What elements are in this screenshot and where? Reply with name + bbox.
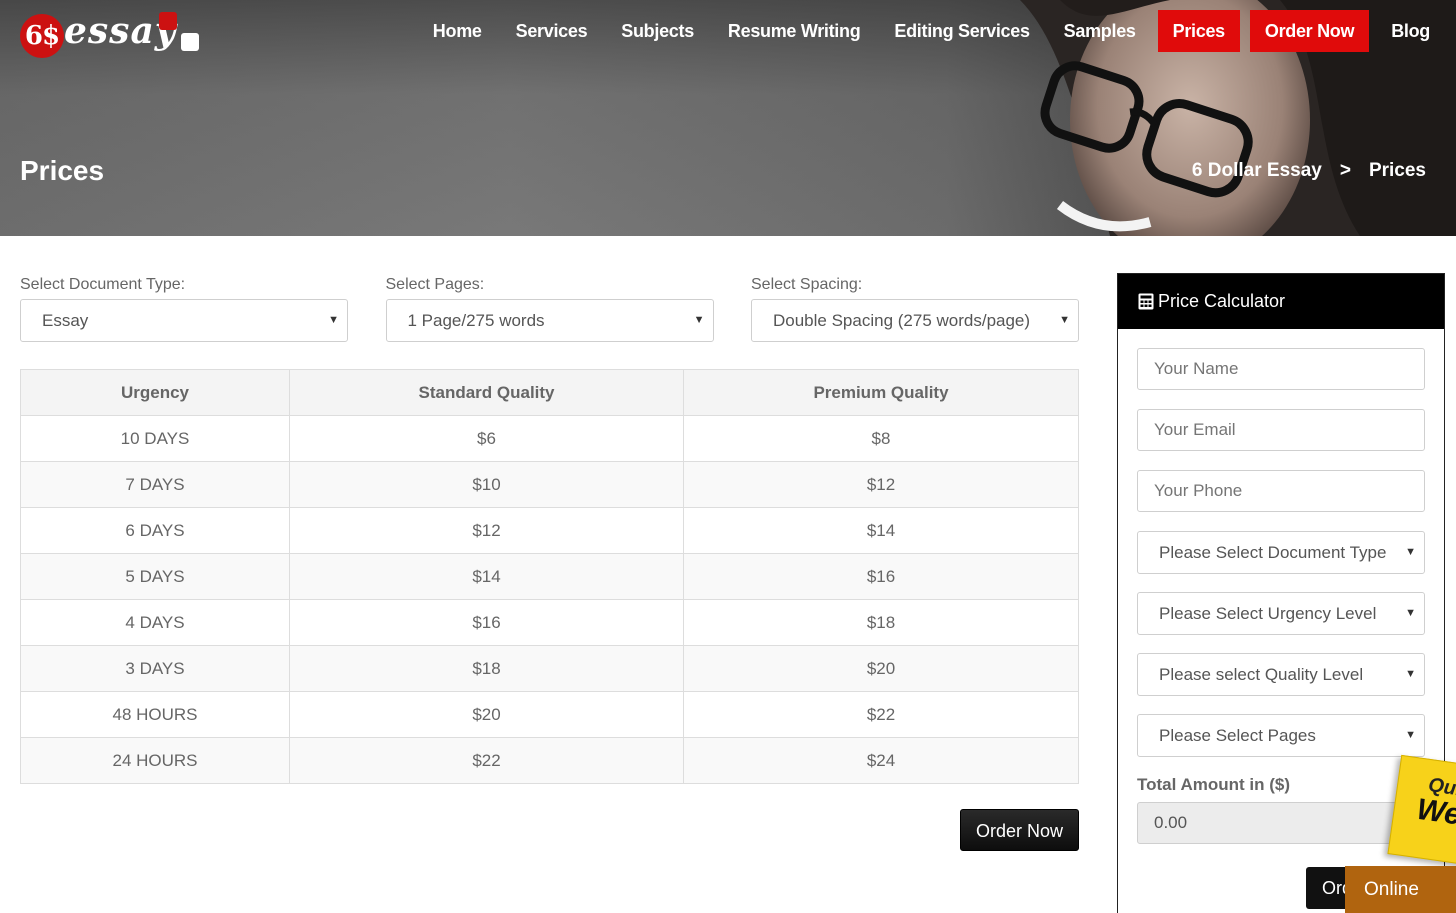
table-row: 5 DAYS $14 $16 — [20, 553, 1079, 600]
document-type-select[interactable]: Essay ▼ — [20, 299, 348, 342]
breadcrumb: 6 Dollar Essay > Prices — [1192, 160, 1426, 182]
document-type-value: Essay — [42, 311, 89, 330]
total-amount-field: 0.00 — [1137, 802, 1425, 844]
sticky-note-line2: We — [1414, 792, 1456, 832]
spacing-filter: Select Spacing: Double Spacing (275 word… — [751, 276, 1079, 342]
order-now-button[interactable]: Order Now — [960, 809, 1079, 851]
nav-blog[interactable]: Blog — [1374, 10, 1440, 52]
column-header-standard: Standard Quality — [289, 369, 684, 416]
document-type-filter: Select Document Type: Essay ▼ — [20, 276, 348, 342]
email-input[interactable] — [1137, 409, 1425, 451]
standard-price-cell: $20 — [289, 691, 684, 738]
dropdown-arrow-icon: ▼ — [1405, 668, 1416, 680]
standard-price-cell: $12 — [289, 507, 684, 554]
price-filters: Select Document Type: Essay ▼ Select Pag… — [20, 276, 1079, 342]
calc-document-type-select[interactable]: Please Select Document Type ▼ — [1137, 531, 1425, 574]
column-header-premium: Premium Quality — [683, 369, 1079, 416]
total-amount-label: Total Amount in ($) — [1137, 775, 1290, 794]
logo-white-square — [181, 33, 199, 51]
dropdown-arrow-icon: ▼ — [1059, 314, 1070, 326]
table-row: 48 HOURS $20 $22 — [20, 691, 1079, 738]
document-type-label: Select Document Type: — [20, 276, 186, 293]
urgency-cell: 3 DAYS — [20, 645, 290, 692]
standard-price-cell: $10 — [289, 461, 684, 508]
page-header: 6$ essay Home Services Subjects Resume W… — [0, 0, 1456, 236]
calc-quality-select[interactable]: Please select Quality Level ▼ — [1137, 653, 1425, 696]
calculator-title: Price Calculator — [1158, 291, 1286, 311]
table-row: 4 DAYS $16 $18 — [20, 599, 1079, 646]
price-table: Urgency Standard Quality Premium Quality… — [20, 369, 1079, 784]
table-row: 10 DAYS $6 $8 — [20, 415, 1079, 462]
premium-price-cell: $20 — [683, 645, 1079, 692]
logo-red-square — [159, 12, 177, 30]
dropdown-arrow-icon: ▼ — [1405, 546, 1416, 558]
table-row: 24 HOURS $22 $24 — [20, 737, 1079, 784]
spacing-label: Select Spacing: — [751, 276, 863, 293]
calc-pages-value: Please Select Pages — [1159, 726, 1316, 745]
premium-price-cell: $12 — [683, 461, 1079, 508]
nav-services[interactable]: Services — [499, 10, 605, 52]
main-nav: Home Services Subjects Resume Writing Ed… — [416, 10, 1440, 52]
calc-pages-select[interactable]: Please Select Pages ▼ — [1137, 714, 1425, 757]
dropdown-arrow-icon: ▼ — [328, 314, 339, 326]
calculator-icon — [1138, 293, 1154, 310]
spacing-value: Double Spacing (275 words/page) — [773, 311, 1031, 330]
nav-editing-services[interactable]: Editing Services — [877, 10, 1046, 52]
urgency-cell: 6 DAYS — [20, 507, 290, 554]
urgency-cell: 4 DAYS — [20, 599, 290, 646]
table-header-row: Urgency Standard Quality Premium Quality — [20, 369, 1079, 416]
table-row: 6 DAYS $12 $14 — [20, 507, 1079, 554]
breadcrumb-separator: > — [1339, 160, 1351, 181]
spacing-select[interactable]: Double Spacing (275 words/page) ▼ — [751, 299, 1079, 342]
urgency-cell: 5 DAYS — [20, 553, 290, 600]
breadcrumb-current: Prices — [1368, 160, 1426, 181]
breadcrumb-home[interactable]: 6 Dollar Essay — [1192, 160, 1322, 182]
calc-urgency-select[interactable]: Please Select Urgency Level ▼ — [1137, 592, 1425, 635]
name-input[interactable] — [1137, 348, 1425, 390]
table-row: 7 DAYS $10 $12 — [20, 461, 1079, 508]
calc-urgency-value: Please Select Urgency Level — [1159, 604, 1377, 623]
site-logo[interactable]: 6$ essay — [18, 10, 208, 58]
premium-price-cell: $8 — [683, 415, 1079, 462]
calculator-form: Please Select Document Type ▼ Please Sel… — [1118, 329, 1444, 844]
urgency-cell: 10 DAYS — [20, 415, 290, 462]
standard-price-cell: $22 — [289, 737, 684, 784]
pages-filter: Select Pages: 1 Page/275 words ▼ — [385, 276, 714, 342]
urgency-cell: 48 HOURS — [20, 691, 290, 738]
premium-price-cell: $24 — [683, 737, 1079, 784]
calc-document-type-value: Please Select Document Type — [1159, 543, 1387, 562]
urgency-cell: 7 DAYS — [20, 461, 290, 508]
dropdown-arrow-icon: ▼ — [1405, 607, 1416, 619]
calc-quality-value: Please select Quality Level — [1159, 665, 1364, 684]
nav-order-now[interactable]: Order Now — [1249, 10, 1370, 52]
nav-home[interactable]: Home — [416, 10, 499, 52]
premium-price-cell: $14 — [683, 507, 1079, 554]
dropdown-arrow-icon: ▼ — [693, 314, 705, 326]
premium-price-cell: $22 — [683, 691, 1079, 738]
nav-prices[interactable]: Prices — [1157, 10, 1240, 52]
premium-price-cell: $16 — [683, 553, 1079, 600]
calculator-header: Price Calculator — [1118, 274, 1444, 329]
table-row: 3 DAYS $18 $20 — [20, 645, 1079, 692]
phone-input[interactable] — [1137, 470, 1425, 512]
online-chat-badge[interactable]: Online — [1345, 866, 1456, 913]
premium-price-cell: $18 — [683, 599, 1079, 646]
standard-price-cell: $18 — [289, 645, 684, 692]
column-header-urgency: Urgency — [20, 369, 290, 416]
pages-value: 1 Page/275 words — [407, 311, 545, 330]
nav-resume-writing[interactable]: Resume Writing — [711, 10, 878, 52]
standard-price-cell: $16 — [289, 599, 684, 646]
standard-price-cell: $14 — [289, 553, 684, 600]
urgency-cell: 24 HOURS — [20, 737, 290, 784]
dropdown-arrow-icon: ▼ — [1405, 729, 1416, 741]
pages-select[interactable]: 1 Page/275 words ▼ — [385, 299, 714, 342]
nav-subjects[interactable]: Subjects — [604, 10, 711, 52]
pages-label: Select Pages: — [385, 276, 485, 293]
logo-mark: 6$ — [20, 14, 64, 58]
page-title: Prices — [20, 155, 105, 186]
nav-samples[interactable]: Samples — [1047, 10, 1153, 52]
standard-price-cell: $6 — [289, 415, 684, 462]
